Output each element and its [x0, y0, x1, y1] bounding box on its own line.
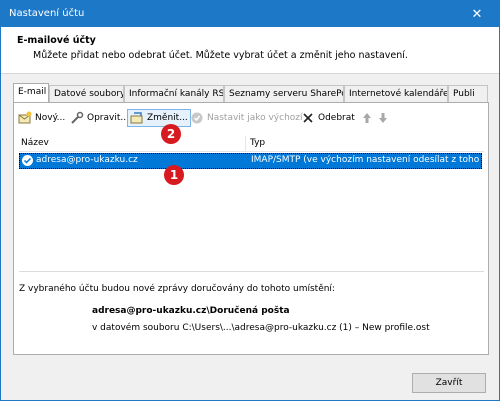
- tab-rss-feeds[interactable]: Informační kanály RSS: [124, 85, 224, 102]
- account-type: IMAP/SMTP (ve výchozím nastavení odesíla…: [251, 155, 479, 165]
- change-settings-icon: [130, 111, 144, 125]
- header-subtitle: Můžete přidat nebo odebrat účet. Můžete …: [33, 50, 408, 61]
- column-header-type[interactable]: Typ: [250, 138, 265, 148]
- delivery-folder: adresa@pro-ukazku.cz\Doručená pošta: [92, 306, 290, 316]
- column-header-name[interactable]: Název: [21, 138, 49, 148]
- tab-sharepoint-lists[interactable]: Seznamy serveru SharePoint: [224, 85, 344, 102]
- delivery-info-text: Z vybraného účtu budou nové zprávy doruč…: [19, 284, 335, 294]
- tab-email[interactable]: E-mail: [13, 83, 49, 103]
- default-account-check-icon: [22, 155, 33, 166]
- arrow-down-icon: [376, 111, 390, 125]
- close-icon[interactable]: ✕: [455, 1, 499, 27]
- remove-button[interactable]: Odebrat: [301, 110, 355, 126]
- wrench-icon: [70, 111, 84, 125]
- header-title: E-mailové účty: [17, 35, 96, 46]
- tab-internet-calendars[interactable]: Internetové kalendáře: [344, 85, 448, 102]
- repair-button[interactable]: Opravit...: [70, 110, 129, 126]
- change-button[interactable]: Změnit...: [127, 109, 191, 127]
- delivery-data-file: v datovém souboru C:\Users\...\adresa@pr…: [92, 323, 430, 333]
- tab-data-files[interactable]: Datové soubory: [49, 85, 124, 102]
- section-divider: [19, 271, 484, 272]
- title-bar: Nastavení účtu ✕: [1, 1, 499, 27]
- new-account-button[interactable]: Nový...: [18, 110, 65, 126]
- set-default-button[interactable]: Nastavit jako výchozí: [190, 110, 303, 126]
- account-name: adresa@pro-ukazku.cz: [36, 155, 138, 165]
- window-title: Nastavení účtu: [9, 8, 85, 19]
- column-divider[interactable]: [245, 136, 246, 151]
- repair-label: Opravit...: [87, 113, 129, 123]
- move-up-button[interactable]: [360, 110, 377, 126]
- close-button[interactable]: Zavřít: [412, 373, 486, 393]
- new-mail-icon: [18, 111, 32, 125]
- tab-published-calendars[interactable]: Publi: [448, 85, 488, 102]
- new-label: Nový...: [35, 113, 66, 123]
- account-row[interactable]: adresa@pro-ukazku.cz IMAP/SMTP (ve výcho…: [19, 153, 482, 169]
- step-badge-2: 2: [161, 124, 181, 144]
- move-down-button[interactable]: [376, 110, 393, 126]
- account-settings-window: Nastavení účtu ✕ E-mailové účty Můžete p…: [0, 0, 500, 401]
- x-icon: [301, 111, 315, 125]
- account-list-header: Název Typ: [19, 136, 484, 152]
- dialog-header: E-mailové účty Můžete přidat nebo odebra…: [1, 27, 499, 74]
- arrow-up-icon: [360, 111, 374, 125]
- email-tab-panel: Nový... Opravit... Změnit... Nastavit ja…: [13, 102, 489, 355]
- step-badge-1: 1: [164, 165, 184, 185]
- change-label: Změnit...: [147, 113, 188, 123]
- check-circle-icon: [190, 111, 204, 125]
- remove-label: Odebrat: [318, 113, 355, 123]
- set-default-label: Nastavit jako výchozí: [207, 113, 303, 123]
